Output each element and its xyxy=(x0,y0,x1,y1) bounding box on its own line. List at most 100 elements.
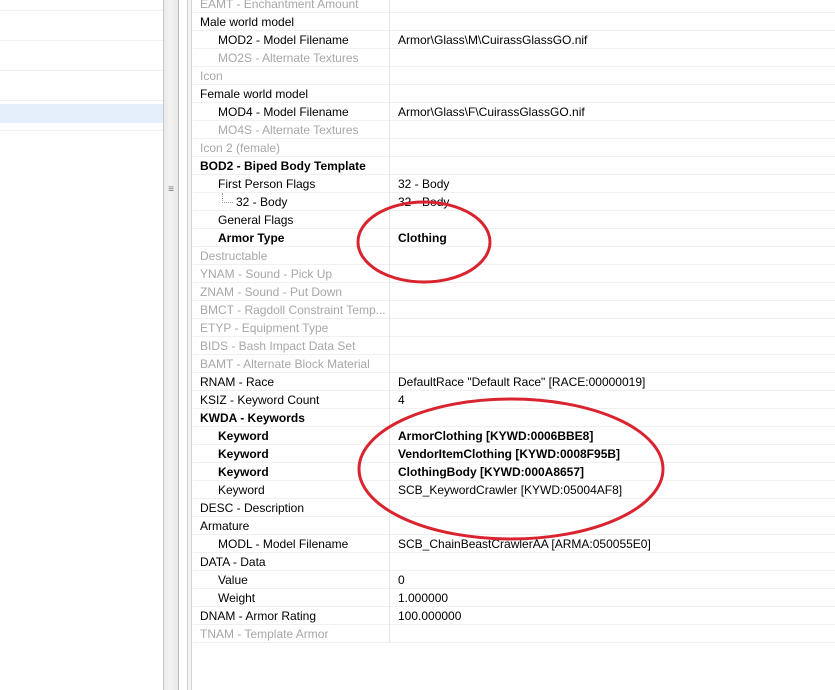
record-row[interactable]: ETYP - Equipment Type xyxy=(193,319,835,337)
record-field-name: TNAM - Template Armor xyxy=(193,625,390,643)
record-field-value[interactable] xyxy=(398,625,835,643)
record-field-name: BMCT - Ragdoll Constraint Temp... xyxy=(193,301,390,319)
record-field-name: DNAM - Armor Rating xyxy=(193,607,390,625)
left-pane-row-divider xyxy=(0,10,163,11)
record-field-value[interactable]: 32 - Body xyxy=(398,193,835,211)
record-row[interactable]: Armor Type Clothing xyxy=(193,229,835,247)
record-field-name: MODL - Model Filename xyxy=(193,535,390,553)
record-field-value[interactable] xyxy=(398,319,835,337)
record-field-value[interactable]: VendorItemClothing [KYWD:0008F95B] xyxy=(398,445,835,463)
record-field-value[interactable]: Clothing xyxy=(398,229,835,247)
record-field-value[interactable] xyxy=(398,553,835,571)
record-row[interactable]: TNAM - Template Armor xyxy=(193,625,835,643)
record-row[interactable]: 32 - Body 32 - Body xyxy=(193,193,835,211)
record-row[interactable]: KSIZ - Keyword Count 4 xyxy=(193,391,835,409)
record-field-value[interactable]: 4 xyxy=(398,391,835,409)
record-row[interactable]: MO4S - Alternate Textures xyxy=(193,121,835,139)
record-field-value[interactable] xyxy=(398,85,835,103)
record-row[interactable]: DNAM - Armor Rating 100.000000 xyxy=(193,607,835,625)
splitter-grip-icon: ≡ xyxy=(168,184,174,195)
record-field-value[interactable] xyxy=(398,283,835,301)
record-field-name: Icon xyxy=(193,67,390,85)
record-field-value[interactable] xyxy=(398,67,835,85)
record-row[interactable]: YNAM - Sound - Pick Up xyxy=(193,265,835,283)
record-field-value[interactable] xyxy=(398,337,835,355)
record-field-value[interactable]: SCB_KeywordCrawler [KYWD:05004AF8] xyxy=(398,481,835,499)
record-field-value[interactable] xyxy=(398,211,835,229)
record-field-value[interactable] xyxy=(398,13,835,31)
record-field-name: Weight xyxy=(193,589,390,607)
record-field-value[interactable]: Armor\Glass\M\CuirassGlassGO.nif xyxy=(398,31,835,49)
record-row[interactable]: Keyword ClothingBody [KYWD:000A8657] xyxy=(193,463,835,481)
record-row[interactable]: Keyword ArmorClothing [KYWD:0006BBE8] xyxy=(193,427,835,445)
record-field-value[interactable]: 32 - Body xyxy=(398,175,835,193)
record-row[interactable]: KWDA - Keywords xyxy=(193,409,835,427)
record-row[interactable]: MOD2 - Model Filename Armor\Glass\M\Cuira… xyxy=(193,31,835,49)
record-field-value[interactable] xyxy=(398,265,835,283)
record-field-name: KWDA - Keywords xyxy=(193,409,390,427)
record-field-name: Keyword xyxy=(193,463,390,481)
record-field-value[interactable] xyxy=(398,499,835,517)
record-row[interactable]: Keyword SCB_KeywordCrawler [KYWD:05004AF8… xyxy=(193,481,835,499)
record-row[interactable]: RNAM - Race DefaultRace "Default Race" [R… xyxy=(193,373,835,391)
record-row[interactable]: Icon 2 (female) xyxy=(193,139,835,157)
grid-gutter-edge xyxy=(188,0,192,690)
record-row[interactable]: Female world model xyxy=(193,85,835,103)
record-row[interactable]: DESC - Description xyxy=(193,499,835,517)
record-row[interactable]: EAMT - Enchantment Amount xyxy=(193,0,835,13)
record-row[interactable]: ZNAM - Sound - Put Down xyxy=(193,283,835,301)
left-navigation-pane[interactable] xyxy=(0,0,163,690)
pane-splitter[interactable]: ≡ xyxy=(163,0,179,690)
record-field-value[interactable] xyxy=(398,301,835,319)
record-field-value[interactable] xyxy=(398,121,835,139)
record-field-name: EAMT - Enchantment Amount xyxy=(193,0,390,13)
record-field-value[interactable]: SCB_ChainBeastCrawlerAA [ARMA:050055E0] xyxy=(398,535,835,553)
record-field-value[interactable]: 100.000000 xyxy=(398,607,835,625)
record-field-name: DATA - Data xyxy=(193,553,390,571)
record-row[interactable]: MOD4 - Model Filename Armor\Glass\F\Cuira… xyxy=(193,103,835,121)
record-field-name: MO2S - Alternate Textures xyxy=(193,49,390,67)
grid-gutter xyxy=(179,0,188,690)
record-field-value[interactable]: DefaultRace "Default Race" [RACE:0000001… xyxy=(398,373,835,391)
record-field-value[interactable] xyxy=(398,139,835,157)
record-row[interactable]: Destructable xyxy=(193,247,835,265)
record-row[interactable]: BIDS - Bash Impact Data Set xyxy=(193,337,835,355)
record-field-value[interactable]: 1.000000 xyxy=(398,589,835,607)
record-row[interactable]: BAMT - Alternate Block Material xyxy=(193,355,835,373)
left-pane-selected-item[interactable] xyxy=(0,104,163,123)
record-row[interactable]: Male world model xyxy=(193,13,835,31)
record-row[interactable]: MO2S - Alternate Textures xyxy=(193,49,835,67)
record-row[interactable]: BMCT - Ragdoll Constraint Temp... xyxy=(193,301,835,319)
record-field-name: Keyword xyxy=(193,445,390,463)
record-field-value[interactable]: 0 xyxy=(398,571,835,589)
record-field-name: Destructable xyxy=(193,247,390,265)
record-row[interactable]: Armature xyxy=(193,517,835,535)
record-field-name: MO4S - Alternate Textures xyxy=(193,121,390,139)
record-row[interactable]: Icon xyxy=(193,67,835,85)
record-field-value[interactable] xyxy=(398,247,835,265)
record-field-value[interactable] xyxy=(398,0,835,13)
record-row[interactable]: First Person Flags 32 - Body xyxy=(193,175,835,193)
record-field-value[interactable] xyxy=(398,355,835,373)
record-field-value[interactable]: ArmorClothing [KYWD:0006BBE8] xyxy=(398,427,835,445)
record-field-value[interactable] xyxy=(398,409,835,427)
record-row[interactable]: Weight 1.000000 xyxy=(193,589,835,607)
record-field-value[interactable]: Armor\Glass\F\CuirassGlassGO.nif xyxy=(398,103,835,121)
record-row[interactable]: MODL - Model Filename SCB_ChainBeastCrawl… xyxy=(193,535,835,553)
record-row[interactable]: BOD2 - Biped Body Template xyxy=(193,157,835,175)
left-pane-row-divider xyxy=(0,100,163,101)
record-row[interactable]: Value 0 xyxy=(193,571,835,589)
record-row[interactable]: DATA - Data xyxy=(193,553,835,571)
record-field-name: Male world model xyxy=(193,13,390,31)
record-field-name: KSIZ - Keyword Count xyxy=(193,391,390,409)
record-row[interactable]: Keyword VendorItemClothing [KYWD:0008F95B… xyxy=(193,445,835,463)
record-field-name: Keyword xyxy=(193,481,390,499)
record-field-value[interactable] xyxy=(398,517,835,535)
record-field-value[interactable] xyxy=(398,49,835,67)
record-field-name: First Person Flags xyxy=(193,175,390,193)
record-grid[interactable]: EAMT - Enchantment Amount Male world mode… xyxy=(193,0,835,643)
record-field-value[interactable] xyxy=(398,157,835,175)
record-field-value[interactable]: ClothingBody [KYWD:000A8657] xyxy=(398,463,835,481)
record-field-name: Armor Type xyxy=(193,229,390,247)
record-row[interactable]: General Flags xyxy=(193,211,835,229)
